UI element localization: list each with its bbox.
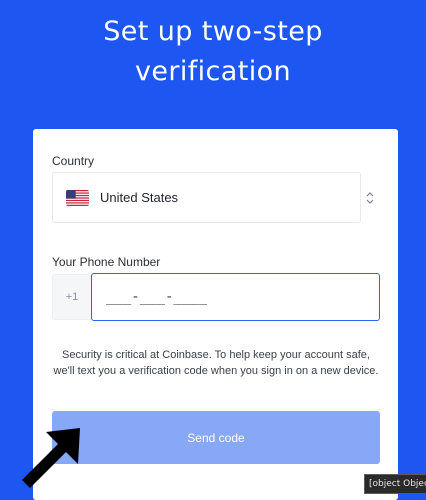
- pointer-arrow-icon: [22, 428, 80, 488]
- country-value: United States: [100, 190, 179, 205]
- page-title-line-1: Set up two-step: [103, 16, 323, 47]
- phone-prefix-text: +1: [65, 291, 79, 303]
- us-flag-icon: [66, 189, 89, 206]
- phone-number-input[interactable]: [91, 273, 380, 321]
- tooltip: [object Object]: [364, 474, 426, 494]
- security-note: Security is critical at Coinbase. To hel…: [53, 349, 379, 377]
- phone-label: Your Phone Number: [52, 255, 161, 269]
- select-arrows-icon[interactable]: [364, 188, 376, 208]
- page-title-line-2: verification: [134, 56, 292, 87]
- page-title: Set up two-step verification: [0, 12, 426, 92]
- country-label: Country: [52, 154, 95, 168]
- phone-country-code: +1: [52, 274, 91, 320]
- two-step-card: Country United States Your Phone Number …: [33, 129, 398, 500]
- send-code-button[interactable]: Send code: [52, 411, 380, 464]
- country-select[interactable]: United States: [52, 172, 361, 223]
